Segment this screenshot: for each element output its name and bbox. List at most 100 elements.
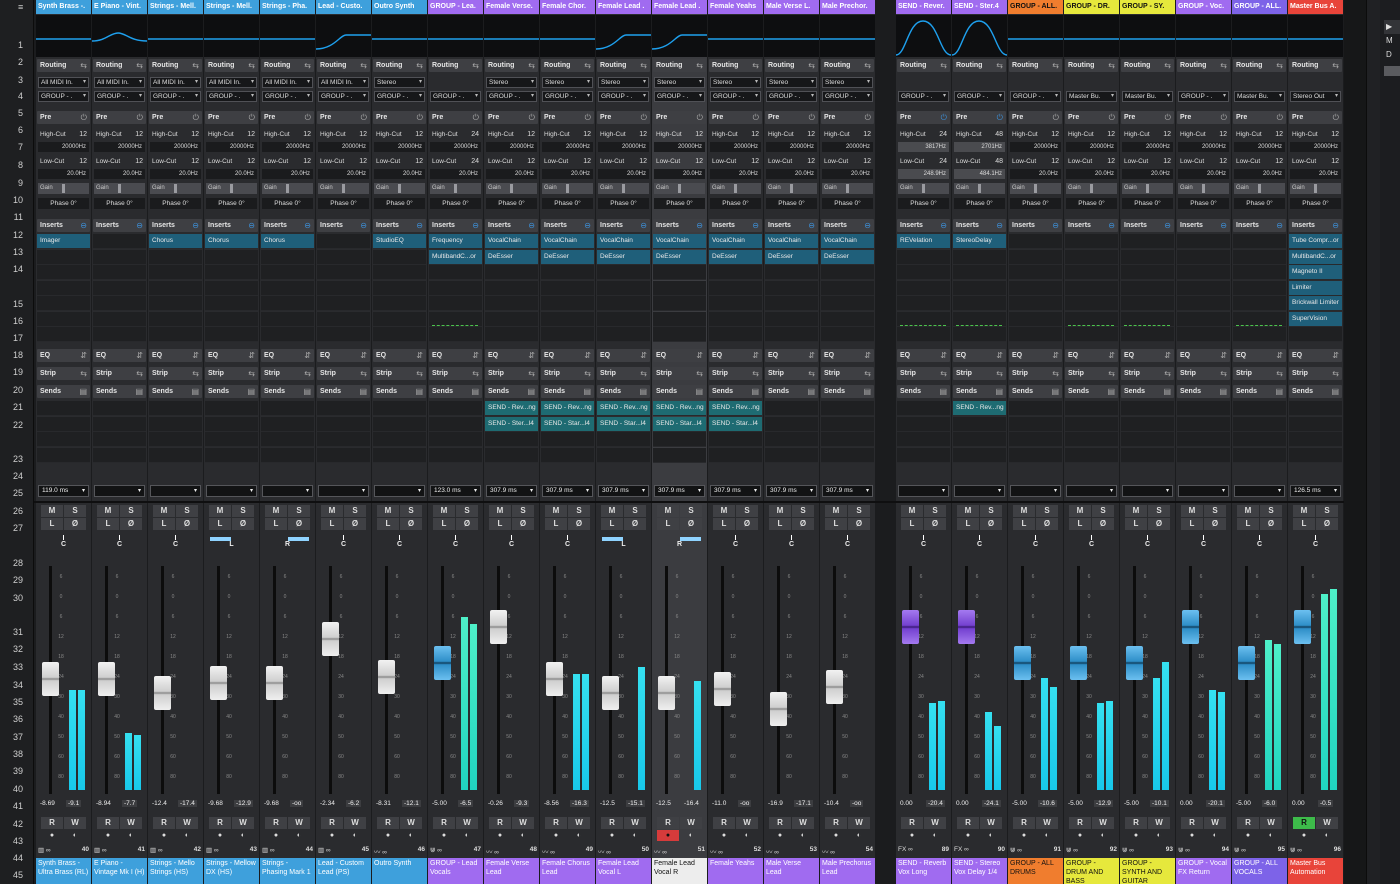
solo-button[interactable]: S xyxy=(568,505,590,517)
sends-icon[interactable]: ▤ xyxy=(191,385,199,398)
high-cut-frequency[interactable]: 3817Hz xyxy=(898,142,949,152)
insert-slot[interactable]: Tube Compr...or xyxy=(1289,234,1342,249)
inserts-section-header[interactable]: Inserts ⊖ xyxy=(597,219,650,232)
insert-slot[interactable] xyxy=(897,265,950,280)
monitor-icon[interactable]: ◐ xyxy=(624,830,646,841)
channel-name-top[interactable]: Female Chor. xyxy=(540,0,595,14)
send-slot[interactable] xyxy=(1009,416,1062,432)
routing-section-header[interactable]: Routing ⇆ xyxy=(373,59,426,72)
phase-invert-icon[interactable]: Ø xyxy=(232,518,254,530)
power-icon[interactable]: ⏻ xyxy=(697,111,703,124)
listen-button[interactable]: L xyxy=(545,518,567,530)
low-cut-frequency[interactable]: 20.0Hz xyxy=(150,169,201,179)
send-slot[interactable] xyxy=(765,416,818,432)
write-automation-button[interactable]: W xyxy=(288,817,310,829)
listen-button[interactable]: L xyxy=(97,518,119,530)
high-cut-row[interactable]: High-Cut 12 xyxy=(1122,130,1173,140)
write-automation-button[interactable]: W xyxy=(980,817,1002,829)
insert-slot[interactable] xyxy=(261,265,314,280)
inserts-section-header[interactable]: Inserts ⊖ xyxy=(897,219,950,232)
gain-slider[interactable]: Gain xyxy=(542,183,593,194)
low-cut-frequency[interactable]: 20.0Hz xyxy=(822,169,873,179)
eq-section-header[interactable]: EQ ⇵ xyxy=(37,349,90,362)
monitor-icon[interactable]: ◐ xyxy=(232,830,254,841)
bypass-icon[interactable]: ⊖ xyxy=(584,219,591,232)
power-icon[interactable]: ⏻ xyxy=(1333,111,1339,124)
insert-slot[interactable] xyxy=(317,249,370,265)
high-cut-slope[interactable]: 48 xyxy=(995,130,1003,140)
strip-icon[interactable]: ⇆ xyxy=(136,367,143,380)
send-slot[interactable] xyxy=(261,447,314,463)
pan-control[interactable]: C xyxy=(318,535,369,551)
high-cut-row[interactable]: High-Cut 12 xyxy=(542,130,593,140)
strip-icon[interactable]: ⇆ xyxy=(940,367,947,380)
high-cut-frequency[interactable]: 20000Hz xyxy=(430,142,481,152)
strip-icon[interactable]: ⇆ xyxy=(584,367,591,380)
power-icon[interactable]: ⏻ xyxy=(1221,111,1227,124)
insert-slot[interactable] xyxy=(37,327,90,342)
read-automation-button[interactable]: R xyxy=(657,817,679,829)
sends-icon[interactable]: ▤ xyxy=(359,385,367,398)
insert-slot[interactable] xyxy=(765,327,818,342)
low-cut-slope[interactable]: 12 xyxy=(303,157,311,167)
channel-name-top[interactable]: GROUP - Voc. xyxy=(1176,0,1231,14)
channel-strip[interactable]: Strings - Mell. Routing ⇆ All MIDI In. ▾ GROU… xyxy=(148,0,203,884)
send-slot[interactable] xyxy=(1065,432,1118,447)
sends-section-header[interactable]: Sends ▤ xyxy=(149,385,202,398)
fader-cap[interactable] xyxy=(958,610,975,644)
low-cut-slope[interactable]: 12 xyxy=(863,157,871,167)
listen-button[interactable]: L xyxy=(1181,518,1203,530)
sends-section-header[interactable]: Sends ▤ xyxy=(1121,385,1174,398)
sends-section-header[interactable]: Sends ▤ xyxy=(1289,385,1342,398)
fader-db-value[interactable]: -16.9 xyxy=(768,800,783,807)
fader-track[interactable] xyxy=(1077,566,1080,794)
high-cut-frequency[interactable]: 20000Hz xyxy=(1178,142,1229,152)
strip-icon[interactable]: ⇆ xyxy=(696,367,703,380)
low-cut-row[interactable]: Low-Cut 12 xyxy=(486,157,537,167)
pre-section-header[interactable]: Pre ⏻ xyxy=(1121,111,1174,124)
channel-name-bottom[interactable]: GROUP - ALL VOCALS xyxy=(1232,858,1287,884)
phase-button[interactable]: Phase 0° xyxy=(766,198,817,209)
fader-cap[interactable] xyxy=(1294,610,1311,644)
power-icon[interactable]: ⏻ xyxy=(997,111,1003,124)
send-slot[interactable] xyxy=(1177,401,1230,416)
sends-section-header[interactable]: Sends ▤ xyxy=(205,385,258,398)
insert-slot[interactable] xyxy=(1233,234,1286,249)
input-routing-select[interactable]: Stereo ▾ xyxy=(654,77,705,88)
input-routing-select[interactable]: Stereo ▾ xyxy=(710,77,761,88)
pre-section-header[interactable]: Pre ⏻ xyxy=(373,111,426,124)
insert-slot[interactable] xyxy=(1289,327,1342,342)
strip-icon[interactable]: ⇆ xyxy=(80,367,87,380)
channel-strip[interactable]: GROUP - ALL. Routing ⇆ Master Bu. ▾ Pre ⏻ High-… xyxy=(1232,0,1287,884)
send-slot[interactable]: SEND - Ster...l4 xyxy=(485,416,538,432)
channel-name-bottom[interactable]: Male Prechorus Lead xyxy=(820,858,875,884)
insert-slot[interactable] xyxy=(821,311,874,327)
insert-slot[interactable] xyxy=(485,265,538,280)
gain-slider[interactable]: Gain xyxy=(710,183,761,194)
high-cut-slope[interactable]: 12 xyxy=(191,130,199,140)
inserts-section-header[interactable]: Inserts ⊖ xyxy=(429,219,482,232)
insert-slot[interactable]: Magneto II xyxy=(1289,265,1342,280)
low-cut-row[interactable]: Low-Cut 24 xyxy=(430,157,481,167)
strip-section-header[interactable]: Strip ⇆ xyxy=(485,367,538,380)
gain-slider[interactable]: Gain xyxy=(318,183,369,194)
insert-slot[interactable] xyxy=(709,280,762,296)
send-slot[interactable] xyxy=(1233,416,1286,432)
sends-icon[interactable]: ▤ xyxy=(415,385,423,398)
high-cut-slope[interactable]: 12 xyxy=(415,130,423,140)
phase-button[interactable]: Phase 0° xyxy=(1010,198,1061,209)
gain-handle[interactable] xyxy=(1258,184,1261,193)
eq-thumbnail[interactable] xyxy=(820,15,875,57)
routing-section-header[interactable]: Routing ⇆ xyxy=(1121,59,1174,72)
phase-button[interactable]: Phase 0° xyxy=(598,198,649,209)
gain-handle[interactable] xyxy=(62,184,65,193)
insert-slot[interactable] xyxy=(597,327,650,342)
write-automation-button[interactable]: W xyxy=(924,817,946,829)
insert-slot[interactable] xyxy=(1177,296,1230,311)
mute-button[interactable]: M xyxy=(957,505,979,517)
record-enable-icon[interactable]: ● xyxy=(377,830,399,841)
insert-slot[interactable] xyxy=(1177,234,1230,249)
gain-handle[interactable] xyxy=(286,184,289,193)
routing-section-header[interactable]: Routing ⇆ xyxy=(37,59,90,72)
peak-value[interactable]: -0.5 xyxy=(1318,800,1334,807)
